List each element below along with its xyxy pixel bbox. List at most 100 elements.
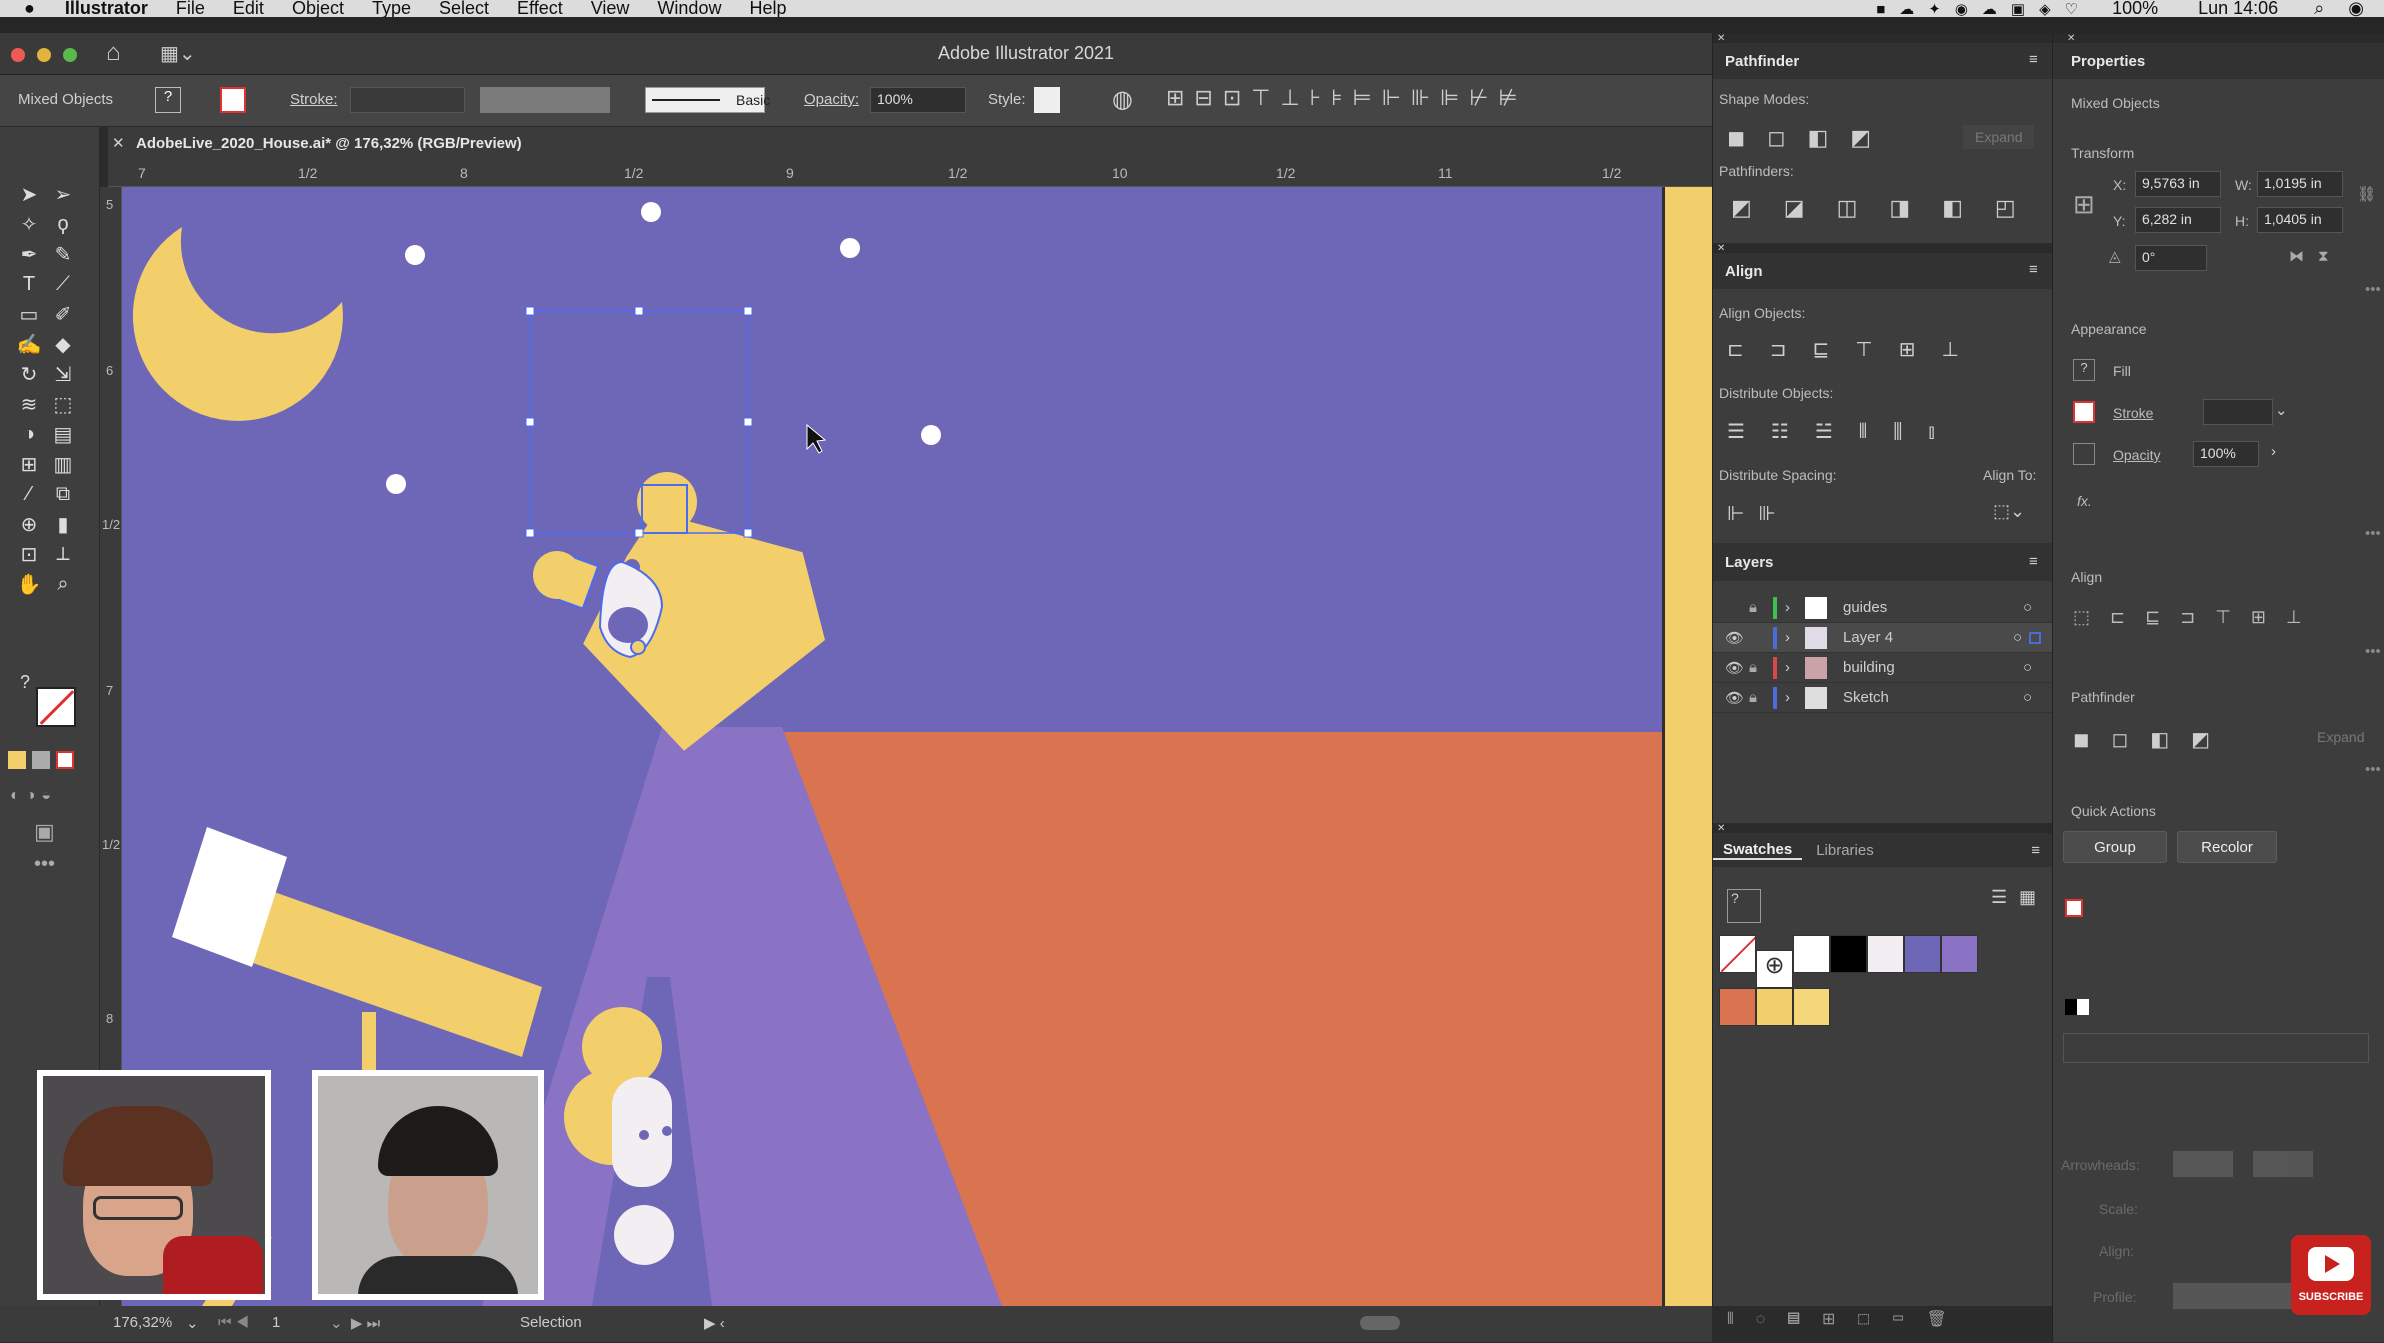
status-menu-arrow-icon[interactable]: ▶ ‹ (704, 1314, 725, 1332)
swatch[interactable] (1719, 988, 1756, 1026)
mesh-tool-icon[interactable]: ⊞ (12, 449, 46, 479)
layer-name[interactable]: Layer 4 (1843, 629, 2013, 646)
more-options-icon[interactable]: ••• (2365, 525, 2381, 542)
swatch-none[interactable] (1719, 935, 1756, 973)
shaper-tool-icon[interactable]: ✍ (12, 329, 46, 359)
line-tool-icon[interactable]: ⟋ (46, 269, 80, 299)
swatch-footer-icons[interactable]: ⫴◌▤⊞⬚▭🗑︎ (1727, 1309, 1969, 1329)
opacity-label[interactable]: Opacity (2113, 447, 2160, 463)
pathfinder-buttons[interactable]: ◼◻◧◩ (2073, 727, 2232, 752)
more-options-icon[interactable]: ••• (2365, 281, 2381, 298)
horizontal-scrollbar[interactable] (1360, 1316, 1400, 1330)
swatch[interactable] (1941, 935, 1978, 973)
slice-tool-icon[interactable]: ⟂ (46, 539, 80, 569)
artboard-nav-icons[interactable]: ⏮ ◀ (218, 1314, 249, 1331)
layer-row-layer-4[interactable]: 👁︎ › Layer 4 ○ (1713, 623, 2053, 653)
stroke-swatch[interactable] (220, 87, 246, 113)
constrain-proportions-icon[interactable]: ⛓︎ (2357, 185, 2376, 203)
layer-name[interactable]: guides (1843, 599, 2023, 616)
align-panel-title[interactable]: Align (1713, 253, 2052, 289)
selection-indicator[interactable] (2029, 631, 2041, 644)
eyedropper-icon[interactable]: ⁄ (12, 479, 46, 509)
free-transform-icon[interactable]: ⬚ (46, 389, 80, 419)
chevron-right-icon[interactable]: › (1785, 629, 1805, 646)
chevron-right-icon[interactable]: › (1785, 659, 1805, 676)
fill-swatch[interactable]: ? (2073, 359, 2095, 381)
blend-tool-icon[interactable]: ⧉ (46, 479, 80, 509)
opacity-field[interactable]: 100% (2193, 441, 2259, 467)
swatch[interactable] (1793, 935, 1830, 973)
group-button[interactable]: Group (2063, 831, 2167, 863)
lock-icon[interactable]: 🔒︎ (1749, 599, 1773, 616)
fx-button[interactable]: fx. (2077, 493, 2092, 509)
grid-view-icon[interactable]: ▦ (2019, 887, 2036, 908)
curvature-tool-icon[interactable]: ✎ (46, 239, 80, 269)
selection-tool-icon[interactable]: ➤ (12, 179, 46, 209)
panel-menu-icon[interactable]: ≡ (2029, 261, 2038, 278)
distribute-objects-buttons[interactable]: ☰☷☱⫴⫼⫾ (1727, 419, 1961, 444)
target-icon[interactable]: ○ (2013, 629, 2029, 646)
lasso-icon[interactable]: ϙ (46, 209, 80, 239)
pathfinder-panel-title[interactable]: Pathfinder (1713, 43, 2052, 79)
panel-menu-icon[interactable]: ≡ (2031, 842, 2040, 859)
eye-icon[interactable]: 👁︎ (1713, 659, 1749, 677)
stroke-label[interactable]: Stroke (2113, 405, 2153, 421)
stroke-mini-swatch[interactable] (2065, 899, 2083, 917)
gradient-tool-icon[interactable]: ▥ (46, 449, 80, 479)
warp-tool-icon[interactable]: ≋ (12, 389, 46, 419)
more-options-icon[interactable]: ••• (2365, 643, 2381, 660)
layers-panel-title[interactable]: Layers (1713, 543, 2052, 581)
reference-point-icon[interactable]: ⊞ (2073, 189, 2095, 220)
opacity-field[interactable]: 100% (870, 87, 966, 113)
tab-swatches[interactable]: Swatches (1713, 841, 1803, 860)
opacity-label[interactable]: Opacity: (804, 91, 859, 108)
fill-swatch[interactable]: ? (155, 87, 181, 113)
align-to-selection-icon[interactable]: ⬚⌄ (1993, 501, 2025, 522)
list-view-icon[interactable]: ☰ (1991, 887, 2007, 908)
h-field[interactable]: 1,0405 in (2257, 207, 2343, 233)
flip-icons[interactable]: ⧓⧗ (2289, 247, 2343, 265)
x-field[interactable]: 9,5763 in (2135, 171, 2221, 197)
w-field[interactable]: 1,0195 in (2257, 171, 2343, 197)
symbol-sprayer-icon[interactable]: ⊕ (12, 509, 46, 539)
hand-tool-icon[interactable]: ✋ (12, 569, 46, 599)
youtube-subscribe-badge[interactable]: SUBSCRIBE (2291, 1235, 2371, 1315)
lock-icon[interactable]: 🔒︎ (1749, 689, 1773, 706)
properties-panel-title[interactable]: Properties (2053, 43, 2384, 79)
artboard-number[interactable]: 1 (272, 1314, 280, 1331)
align-buttons[interactable]: ⬚⊏⊑⊐⊤⊞⊥ (2073, 607, 2322, 628)
swatch[interactable] (1830, 935, 1867, 973)
stroke-weight-field[interactable] (2203, 399, 2273, 425)
graphic-style-swatch[interactable] (1034, 87, 1060, 113)
chevron-right-icon[interactable]: › (2271, 443, 2276, 460)
perspective-grid-icon[interactable]: ▤ (46, 419, 80, 449)
align-objects-buttons[interactable]: ⊏⊐⊑⊤⊞⊥ (1727, 337, 1985, 362)
zoom-tool-icon[interactable]: ⌕ (46, 569, 80, 599)
default-colors-icon[interactable] (2065, 999, 2089, 1015)
type-tool-icon[interactable]: T (12, 269, 46, 299)
swatch[interactable] (1904, 935, 1941, 973)
stroke-weight-field[interactable] (350, 87, 465, 113)
fill-stroke-indicator[interactable]: ? (1727, 889, 1761, 923)
magic-wand-icon[interactable]: ✧ (12, 209, 46, 239)
variable-width-field[interactable] (480, 87, 610, 113)
layer-row-sketch[interactable]: 👁︎ 🔒︎ › Sketch ○ (1713, 683, 2053, 713)
chevron-right-icon[interactable]: › (1785, 599, 1805, 616)
direct-selection-tool-icon[interactable]: ➢ (46, 179, 80, 209)
document-tab[interactable]: AdobeLive_2020_House.ai* @ 176,32% (RGB/… (136, 135, 522, 152)
artboard-nav-next-icons[interactable]: ⌄ ▶ ⏭ (330, 1314, 380, 1332)
paintbrush-icon[interactable]: ✐ (46, 299, 80, 329)
layer-name[interactable]: Sketch (1843, 689, 2023, 706)
swatch[interactable] (1793, 988, 1830, 1026)
lock-icon[interactable]: 🔒︎ (1749, 659, 1773, 676)
rotate-field[interactable]: 0° (2135, 245, 2207, 271)
graph-tool-icon[interactable]: ▮ (46, 509, 80, 539)
shape-builder-icon[interactable]: ◑ (12, 419, 46, 449)
default-fill-stroke-icon[interactable]: ? (20, 672, 30, 693)
shape-modes-buttons[interactable]: ◼◻◧◩ (1727, 125, 1893, 151)
recolor-artwork-icon[interactable]: ◍ (1112, 85, 1133, 114)
draw-mode-icons[interactable]: ◐◑◒ (10, 787, 57, 805)
chevron-down-icon[interactable]: ⌄ (186, 1314, 199, 1332)
eye-icon[interactable]: 👁︎ (1713, 689, 1749, 707)
color-mode-buttons[interactable] (8, 751, 88, 773)
